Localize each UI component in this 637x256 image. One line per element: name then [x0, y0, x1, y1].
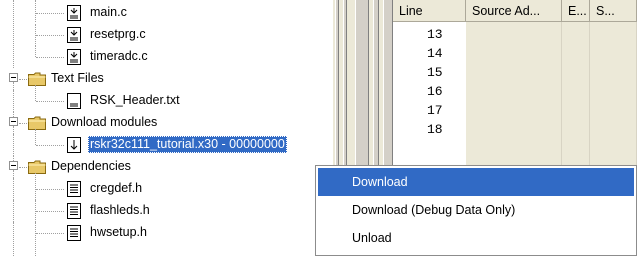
- tree-item-hwsetup-h[interactable]: hwsetup.h: [0, 222, 333, 256]
- header-file-icon: [67, 181, 81, 197]
- header-file-icon: [67, 203, 81, 219]
- tree-item-flashleds-h[interactable]: flashleds.h: [0, 200, 333, 222]
- collapse-toggle-icon[interactable]: [9, 73, 18, 82]
- line-number: 17: [427, 103, 443, 118]
- line-number: 18: [427, 122, 443, 137]
- tree-item-label: flashleds.h: [90, 203, 150, 217]
- column-header-e[interactable]: E...: [562, 0, 590, 22]
- menu-item-label: Download (Debug Data Only): [352, 203, 516, 217]
- tree-folder-download-modules[interactable]: Download modules: [0, 112, 333, 134]
- collapse-toggle-icon[interactable]: [9, 161, 18, 170]
- tree-item-label: cregdef.h: [90, 181, 143, 195]
- line-number: 15: [427, 65, 443, 80]
- folder-icon: [28, 116, 46, 130]
- collapse-toggle-icon[interactable]: [9, 117, 18, 126]
- line-number: 14: [427, 46, 443, 61]
- tree-folder-dependencies[interactable]: Dependencies: [0, 156, 333, 178]
- menu-item-label: Unload: [352, 231, 392, 245]
- column-header-source-address[interactable]: Source Ad...: [466, 0, 562, 22]
- line-number: 13: [427, 27, 443, 42]
- tree-item-rsk-header[interactable]: RSK_Header.txt: [0, 85, 333, 112]
- tree-item-resetprg-c[interactable]: resetprg.c: [0, 24, 333, 46]
- column-header-line[interactable]: Line: [393, 0, 466, 22]
- menu-item-download-debug-data-only[interactable]: Download (Debug Data Only): [318, 196, 634, 224]
- menu-item-download[interactable]: Download: [318, 168, 634, 196]
- tree-item-label: Text Files: [51, 71, 104, 85]
- tree-item-label: Dependencies: [51, 159, 131, 173]
- header-file-icon: [67, 225, 81, 241]
- tree-item-label: timeradc.c: [90, 49, 148, 63]
- tree-item-label: rskr32c111_tutorial.x30 - 00000000: [88, 136, 287, 153]
- menu-item-unload[interactable]: Unload: [318, 224, 634, 252]
- menu-item-label: Download: [352, 175, 408, 189]
- project-tree[interactable]: main.c resetprg.c timeradc.c Text Files: [0, 0, 333, 256]
- tree-folder-text-files[interactable]: Text Files: [0, 0, 333, 90]
- tree-item-download-module[interactable]: rskr32c111_tutorial.x30 - 00000000: [0, 129, 333, 156]
- text-file-icon: [67, 93, 81, 109]
- line-number: 16: [427, 84, 443, 99]
- tree-item-label: resetprg.c: [90, 27, 146, 41]
- tree-item-main-c[interactable]: main.c: [0, 0, 333, 24]
- source-file-icon: [67, 27, 81, 43]
- tree-item-cregdef-h[interactable]: cregdef.h: [0, 173, 333, 200]
- tree-item-label: RSK_Header.txt: [90, 93, 180, 107]
- tree-item-timeradc-c[interactable]: timeradc.c: [0, 46, 333, 68]
- download-arrow-icon: [67, 137, 81, 153]
- tree-item-label: hwsetup.h: [90, 225, 147, 239]
- tree-item-label: Download modules: [51, 115, 158, 129]
- column-header-s[interactable]: S...: [590, 0, 637, 22]
- tree-item-label: main.c: [90, 5, 127, 19]
- source-file-icon: [67, 5, 81, 21]
- source-file-icon: [67, 49, 81, 65]
- folder-icon: [28, 160, 46, 174]
- folder-icon: [28, 72, 46, 86]
- context-menu: Download Download (Debug Data Only) Unlo…: [315, 165, 637, 256]
